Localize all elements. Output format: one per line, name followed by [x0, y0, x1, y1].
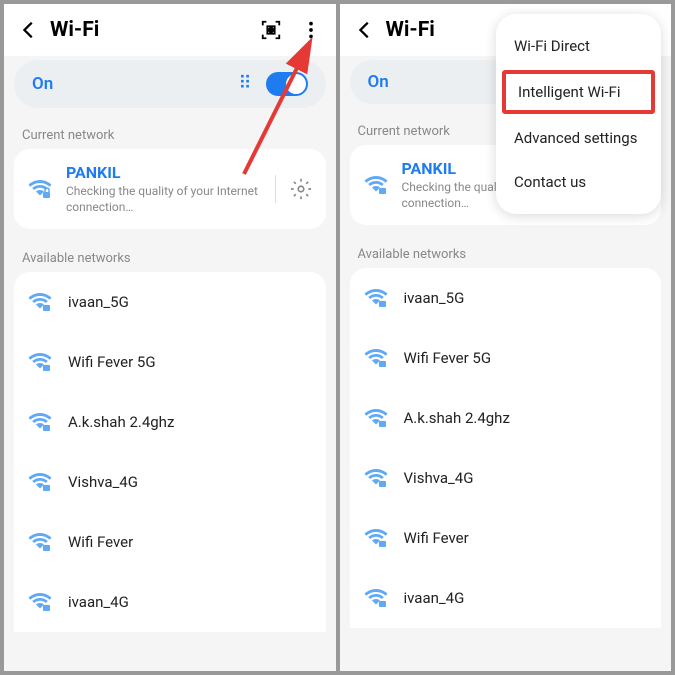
- available-section-label: Available networks: [4, 241, 336, 272]
- gear-icon[interactable]: [290, 178, 312, 200]
- network-name: Wifi Fever: [404, 529, 469, 547]
- network-name: Wifi Fever: [68, 533, 133, 551]
- network-name: ivaan_4G: [404, 589, 465, 607]
- wifi-lock-icon: [28, 530, 52, 554]
- network-name: A.k.shah 2.4ghz: [404, 409, 510, 427]
- network-item[interactable]: A.k.shah 2.4ghz: [350, 388, 662, 448]
- wifi-lock-icon: [364, 526, 388, 550]
- wifi-lock-icon: [28, 350, 52, 374]
- network-item[interactable]: Vishva_4G: [14, 452, 326, 512]
- toggle-label: On: [32, 74, 238, 94]
- wifi-toggle[interactable]: [266, 72, 308, 96]
- network-name: Vishva_4G: [68, 473, 138, 491]
- dropdown-wifi-direct[interactable]: Wi-Fi Direct: [496, 24, 661, 68]
- wifi-toggle-row[interactable]: On ⠿: [14, 60, 326, 108]
- network-name: ivaan_5G: [68, 293, 129, 311]
- wifi-lock-icon: [28, 290, 52, 314]
- wifi-lock-icon: [28, 590, 52, 614]
- current-network-info: PANKIL Checking the quality of your Inte…: [66, 163, 261, 215]
- wifi-lock-icon: [364, 346, 388, 370]
- back-icon[interactable]: [354, 19, 376, 41]
- right-panel: Wi-Fi On Current network PANKIL Checking…: [340, 4, 672, 671]
- wifi-lock-icon: [364, 173, 388, 197]
- dropdown-advanced-settings[interactable]: Advanced settings: [496, 116, 661, 160]
- current-network-status: Checking the quality of your Internet co…: [66, 184, 261, 215]
- wifi-lock-icon: [28, 410, 52, 434]
- wifi-lock-icon: [364, 286, 388, 310]
- network-name: ivaan_5G: [404, 289, 465, 307]
- wifi-lock-icon: [364, 466, 388, 490]
- network-name: Wifi Fever 5G: [404, 349, 492, 367]
- header-actions: [260, 19, 322, 41]
- available-network-list: ivaan_5G Wifi Fever 5G A.k.shah 2.4ghz V…: [350, 268, 662, 628]
- network-item[interactable]: Wifi Fever 5G: [350, 328, 662, 388]
- wifi-lock-icon: [364, 586, 388, 610]
- header: Wi-Fi: [4, 4, 336, 56]
- wifi-lock-icon: [28, 470, 52, 494]
- dropdown-contact-us[interactable]: Contact us: [496, 160, 661, 204]
- dropdown-intelligent-wifi[interactable]: Intelligent Wi-Fi: [502, 70, 655, 114]
- toggle-extras: ⠿: [238, 72, 307, 96]
- left-panel: Wi-Fi On ⠿ Current network PANKIL Checki…: [4, 4, 336, 671]
- qr-scan-icon[interactable]: [260, 19, 282, 41]
- current-network-name: PANKIL: [66, 163, 261, 182]
- network-name: ivaan_4G: [68, 593, 129, 611]
- network-name: A.k.shah 2.4ghz: [68, 413, 174, 431]
- current-network-card[interactable]: PANKIL Checking the quality of your Inte…: [14, 149, 326, 229]
- available-network-list: ivaan_5G Wifi Fever 5G A.k.shah 2.4ghz V…: [14, 272, 326, 632]
- back-icon[interactable]: [18, 19, 40, 41]
- network-item[interactable]: ivaan_5G: [350, 268, 662, 328]
- network-item[interactable]: Wifi Fever: [14, 512, 326, 572]
- network-item[interactable]: Vishva_4G: [350, 448, 662, 508]
- network-item[interactable]: ivaan_4G: [14, 572, 326, 632]
- network-item[interactable]: ivaan_4G: [350, 568, 662, 628]
- network-name: Wifi Fever 5G: [68, 353, 156, 371]
- current-section-label: Current network: [4, 118, 336, 149]
- network-item[interactable]: Wifi Fever 5G: [14, 332, 326, 392]
- network-item[interactable]: ivaan_5G: [14, 272, 326, 332]
- network-name: Vishva_4G: [404, 469, 474, 487]
- grid-dots-icon: ⠿: [238, 75, 251, 93]
- wifi-lock-icon: [28, 177, 52, 201]
- divider: [275, 175, 276, 203]
- more-dropdown: Wi-Fi Direct Intelligent Wi-Fi Advanced …: [496, 14, 661, 214]
- page-title: Wi-Fi: [50, 18, 260, 42]
- more-icon[interactable]: [300, 19, 322, 41]
- wifi-lock-icon: [364, 406, 388, 430]
- available-section-label: Available networks: [340, 237, 672, 268]
- network-item[interactable]: Wifi Fever: [350, 508, 662, 568]
- network-item[interactable]: A.k.shah 2.4ghz: [14, 392, 326, 452]
